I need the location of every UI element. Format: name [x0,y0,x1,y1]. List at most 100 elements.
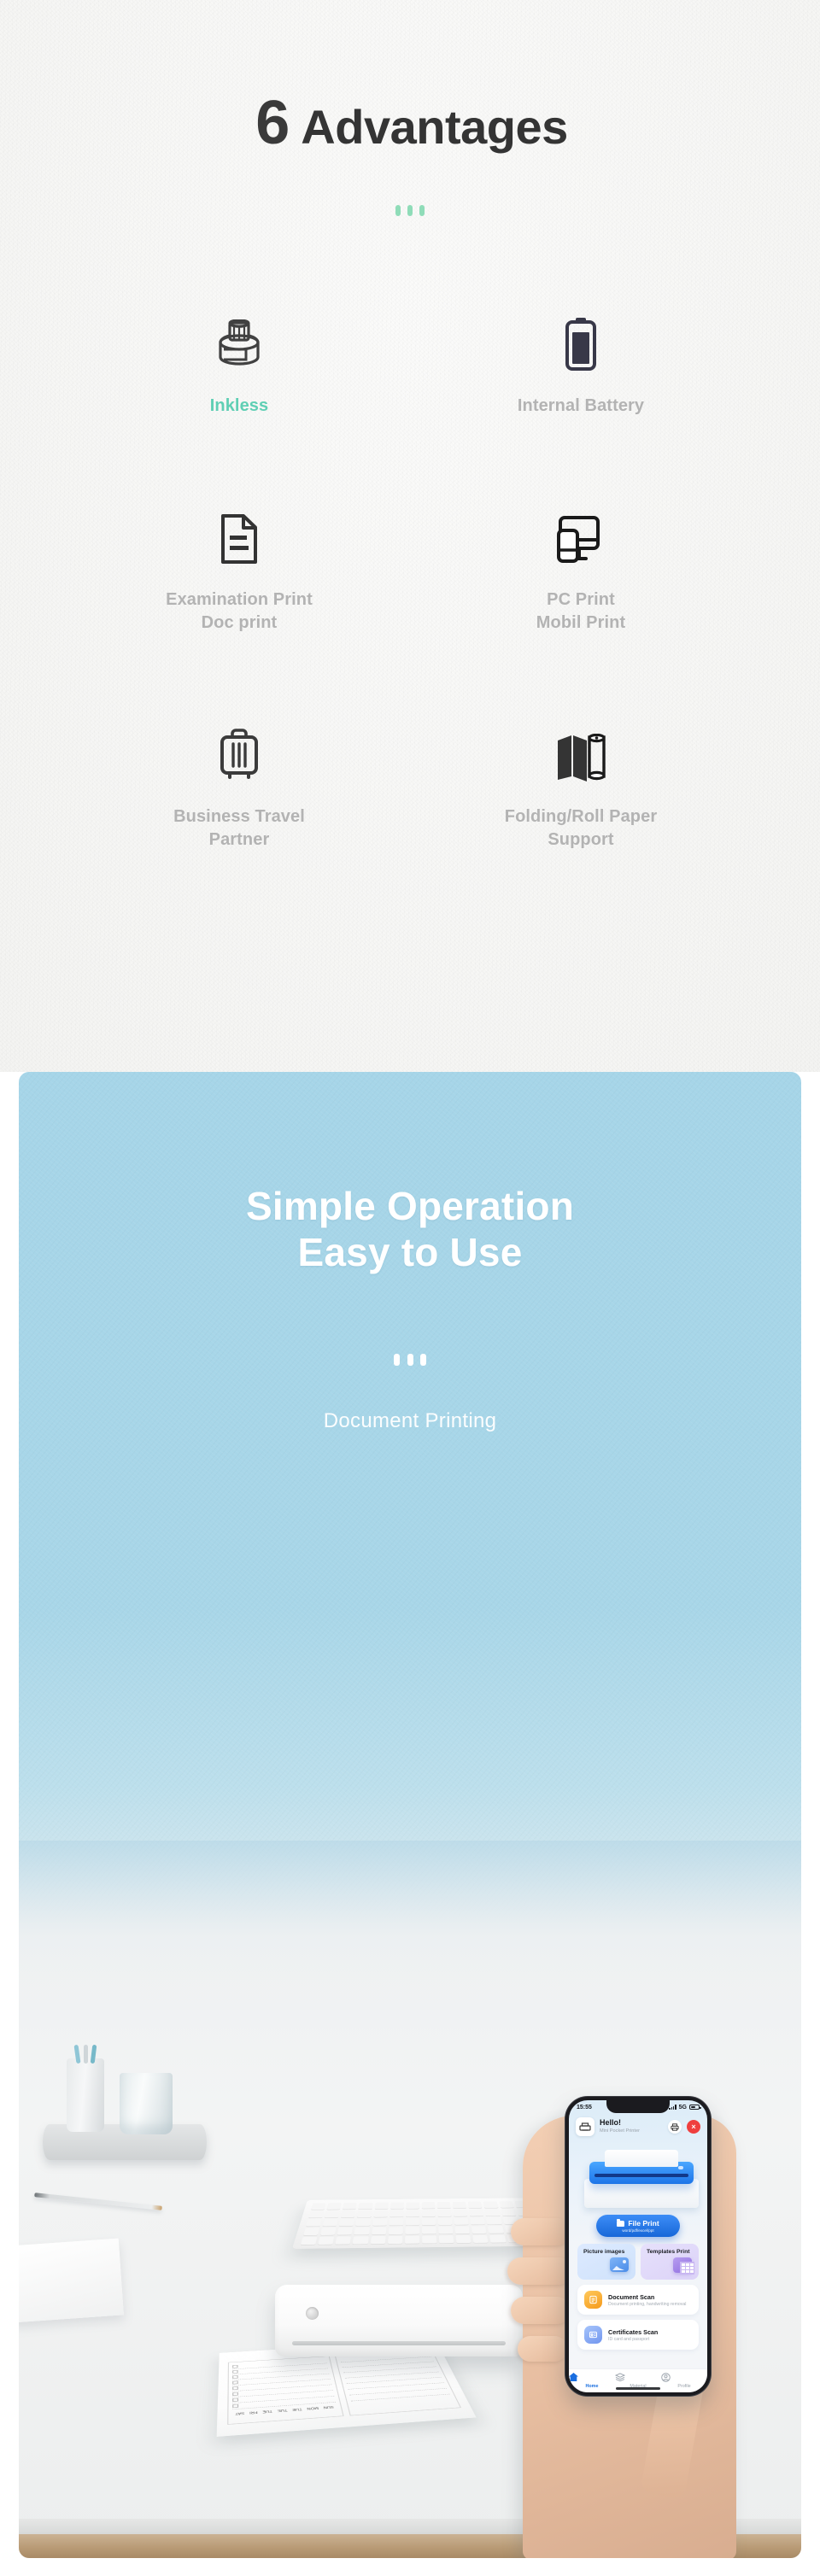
phone-screen: 15:55 5G Hello! Mini Pocket Printer × Fi… [569,2100,707,2392]
layers-icon [615,2373,661,2382]
feature-label: PC Print Mobil Print [536,590,626,632]
feature-business-travel: Business Travel Partner [68,727,410,852]
feature-label: Internal Battery [517,396,645,415]
tab-material[interactable]: Material [615,2373,661,2389]
list-item-certificates-scan[interactable]: Certificates Scan ID card and passport [577,2320,699,2350]
finger [507,2257,572,2285]
printout-column [334,2349,462,2416]
day-label: FRI [249,2409,258,2415]
loose-paper-sheet [19,2238,124,2323]
divider-dot [419,205,425,216]
file-print-label: File Print [628,2219,659,2228]
divider-dot [407,1354,413,1366]
feature-paper-support: Folding/Roll Paper Support [410,727,752,852]
feature-inkless: Inkless [68,316,410,418]
printer-slot [594,2174,688,2177]
divider-dot [394,1354,401,1366]
page-title: 6 Advantages [0,92,820,154]
desk-scene: Time Schedule SUN MON [19,1841,801,2558]
network-label: 5G [678,2104,687,2111]
product-detail-page: 6 Advantages Inkless Internal Battery Ex… [0,0,820,2576]
file-print-sublabel: word/pdf/excel/ppt [622,2228,654,2233]
folder-icon [617,2218,625,2227]
advantages-section: 6 Advantages Inkless Internal Battery Ex… [0,0,820,1072]
smartphone: 15:55 5G Hello! Mini Pocket Printer × Fi… [565,2097,711,2396]
printout-columns: SUN MON TUE TUE TUE FRI SAT [227,2349,462,2425]
profile-icon [661,2373,707,2382]
tab-profile[interactable]: Profile [661,2373,707,2389]
app-logo-icon [576,2117,594,2136]
greeting-text: Hello! [600,2118,622,2128]
advantages-count: 6 [243,92,292,154]
list-item-subtitle: Document printing, handwriting removal [608,2301,687,2307]
certificates-scan-icon [584,2326,602,2344]
close-icon[interactable]: × [687,2120,700,2134]
list-item-text: Document Scan Document printing, handwri… [608,2293,686,2307]
printer-illustration [579,2140,699,2213]
pen-cup [67,2044,104,2132]
document-scan-icon [584,2291,602,2309]
printer-paper-slot [292,2341,506,2345]
printer-icon[interactable] [668,2120,682,2134]
ink-bottle-icon [215,316,263,371]
blue-section-heading: Simple Operation Easy to Use [245,1184,575,1275]
advantages-title-text: Advantages [301,100,568,154]
tab-label: Home [585,2383,599,2389]
card-templates-print[interactable]: Templates Print [641,2244,699,2280]
battery-icon [689,2105,701,2110]
pocket-printer-device [275,2285,523,2356]
folded-paper-roll-icon [555,727,606,782]
feature-label: Examination Print Doc print [166,590,313,632]
day-label: MON [307,2405,319,2410]
pencil [34,2193,162,2210]
home-indicator [616,2387,660,2390]
water-glass [120,2073,173,2134]
day-label: SUN [323,2404,335,2409]
card-label: Picture images [583,2249,625,2255]
card-label: Templates Print [647,2249,690,2255]
list-item-text: Certificates Scan ID card and passport [608,2328,658,2342]
printer-top-paper [605,2150,678,2167]
finger [511,2218,571,2245]
section-divider-dots [0,205,820,216]
quick-action-cards: Picture images Templates Print [569,2237,707,2280]
signal-icon [669,2105,676,2110]
printer-indicator [678,2166,683,2169]
home-icon [569,2373,615,2382]
blue-section-divider-dots [0,1354,820,1366]
document-icon [218,510,261,565]
finger [511,2297,571,2324]
app-greeting: Hello! Mini Pocket Printer [600,2119,663,2134]
feature-pc-mobile-print: PC Print Mobil Print [410,510,752,635]
monitor-phone-icon [557,510,605,565]
picture-icon [610,2257,632,2278]
wall-gradient [19,1841,801,1977]
divider-dot [419,1354,426,1366]
list-item-title: Certificates Scan [608,2327,659,2336]
pen [73,2044,81,2064]
pen [90,2044,97,2064]
pen [84,2045,88,2064]
status-time: 15:55 [577,2104,592,2111]
finger [518,2336,567,2362]
simple-operation-section: Simple Operation Easy to Use SUN MON TUE… [19,1072,801,2558]
app-header: Hello! Mini Pocket Printer × [569,2114,707,2138]
list-item-subtitle: ID card and passport [608,2336,650,2342]
feature-grid: Inkless Internal Battery Examination Pri… [68,316,752,852]
tab-home[interactable]: Home [569,2373,615,2389]
feature-label: Inkless [209,396,269,415]
divider-dot [395,205,401,216]
blue-section-subheading: Document Printing [323,1409,497,1432]
list-item-document-scan[interactable]: Document Scan Document printing, handwri… [577,2285,699,2315]
suitcase-icon [217,727,261,782]
device-name: Mini Pocket Printer [600,2128,640,2134]
templates-icon [673,2257,695,2278]
divider-dot [407,205,413,216]
day-label: TUE [277,2408,288,2413]
printout-column: SUN MON TUE TUE TUE FRI SAT [227,2356,344,2425]
card-picture-images[interactable]: Picture images [577,2244,636,2280]
feature-label: Folding/Roll Paper Support [504,807,658,849]
status-bar: 15:55 5G [569,2100,707,2114]
feature-label: Business Travel Partner [173,807,305,849]
file-print-button[interactable]: File Print word/pdf/excel/ppt [596,2215,680,2237]
